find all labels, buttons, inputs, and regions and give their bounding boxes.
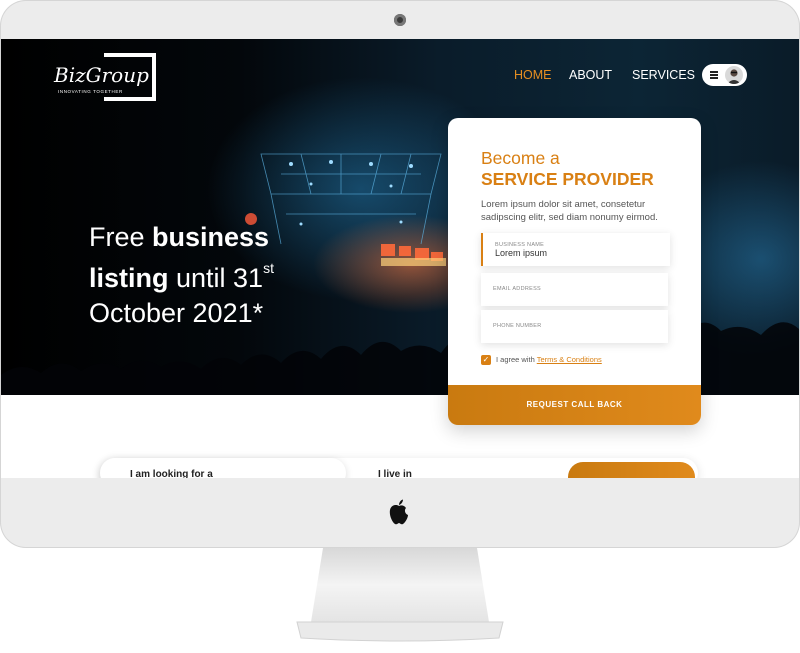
- headline-text: Free: [89, 222, 153, 252]
- search-bar: I am looking for a I live in: [100, 458, 698, 478]
- apple-logo-icon: [389, 499, 408, 525]
- phone-number-field[interactable]: PHONE NUMBER: [481, 310, 668, 343]
- menu-profile-toggle[interactable]: [702, 64, 747, 86]
- email-address-field[interactable]: EMAIL ADDRESS: [481, 273, 668, 306]
- headline-bold: business: [152, 222, 270, 252]
- hamburger-menu-icon[interactable]: [710, 71, 718, 79]
- headline-text: until 31: [168, 263, 264, 293]
- search-button[interactable]: [568, 462, 695, 478]
- agree-text: I agree with Terms & Conditions: [496, 355, 602, 364]
- bizgroup-logo[interactable]: BizGroup INNOVATING TOGETHER: [54, 53, 158, 101]
- headline-text: October 2021*: [89, 298, 264, 328]
- nav-services[interactable]: SERVICES: [632, 68, 695, 82]
- form-description: Lorem ipsum dolor sit amet, consetetur s…: [481, 199, 658, 223]
- field-value[interactable]: Lorem ipsum: [495, 248, 547, 258]
- headline-bold: listing: [89, 263, 169, 293]
- terms-link[interactable]: Terms & Conditions: [537, 355, 602, 364]
- website-screen: BizGroup INNOVATING TOGETHER HOME ABOUT …: [1, 39, 799, 478]
- nav-home[interactable]: HOME: [514, 68, 552, 82]
- logo-text: BizGroup: [54, 63, 149, 87]
- hero-headline: Free business listing until 31st October…: [89, 220, 339, 331]
- nav-about[interactable]: ABOUT: [569, 68, 612, 82]
- business-name-field[interactable]: BUSINESS NAME Lorem ipsum: [481, 233, 670, 266]
- field-label: EMAIL ADDRESS: [493, 286, 542, 292]
- agree-checkbox[interactable]: ✓: [481, 355, 491, 365]
- field-label: PHONE NUMBER: [493, 323, 542, 329]
- agree-label: I agree with: [496, 355, 537, 364]
- form-title-line2: SERVICE PROVIDER: [481, 169, 654, 189]
- logo-tagline: INNOVATING TOGETHER: [58, 89, 123, 94]
- imac-monitor: BizGroup INNOVATING TOGETHER HOME ABOUT …: [0, 0, 800, 548]
- headline-superscript: st: [263, 260, 274, 276]
- monitor-stand: [296, 548, 504, 642]
- looking-for-label: I am looking for a: [130, 469, 213, 478]
- service-provider-form-card: Become a SERVICE PROVIDER Lorem ipsum do…: [448, 118, 701, 425]
- form-title-line1: Become a: [481, 148, 560, 168]
- looking-for-select[interactable]: I am looking for a: [100, 458, 346, 478]
- camera-icon: [394, 14, 406, 26]
- request-call-back-button[interactable]: REQUEST CALL BACK: [448, 385, 701, 425]
- live-in-label[interactable]: I live in: [378, 469, 412, 478]
- user-avatar[interactable]: [725, 66, 743, 84]
